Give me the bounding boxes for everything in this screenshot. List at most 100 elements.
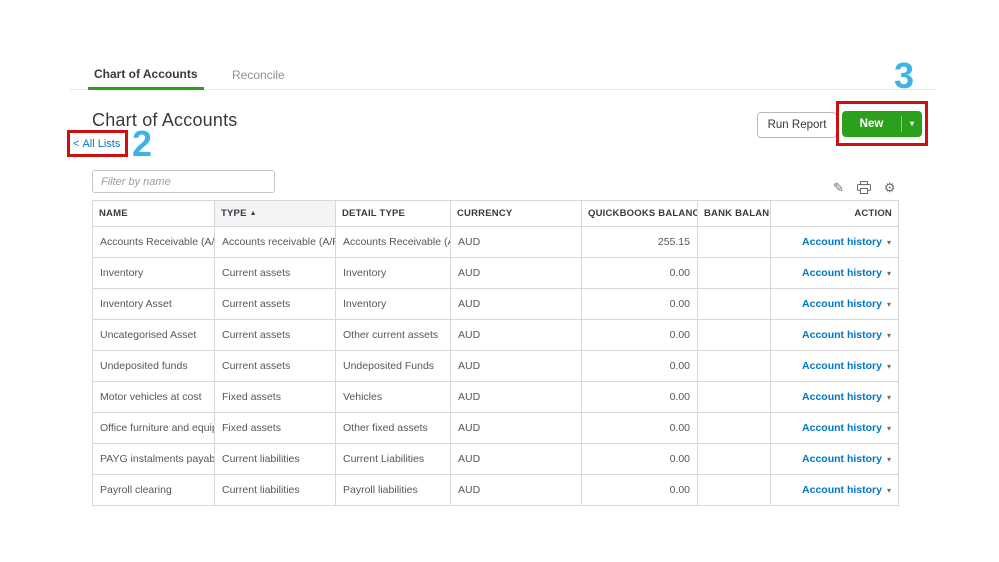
- currency-cell: AUD: [451, 444, 582, 475]
- column-header-bank-balance[interactable]: BANK BALANCE: [698, 201, 771, 227]
- tab-reconcile[interactable]: Reconcile: [226, 62, 291, 90]
- chevron-down-icon[interactable]: ▾: [887, 486, 891, 495]
- action-cell: Account history ▾: [771, 320, 899, 351]
- type-cell: Current assets: [215, 289, 336, 320]
- action-cell: Account history ▾: [771, 227, 899, 258]
- chevron-down-icon[interactable]: ▾: [887, 300, 891, 309]
- action-cell: Account history ▾: [771, 444, 899, 475]
- currency-cell: AUD: [451, 289, 582, 320]
- chevron-down-icon[interactable]: ▾: [902, 119, 922, 128]
- all-lists-label: All Lists: [82, 138, 120, 150]
- pencil-icon[interactable]: ✎: [833, 181, 844, 194]
- account-name-cell: Payroll clearing: [93, 475, 215, 506]
- currency-cell: AUD: [451, 351, 582, 382]
- action-cell: Account history ▾: [771, 382, 899, 413]
- bank-balance-cell: [698, 320, 771, 351]
- filter-by-name-input[interactable]: [92, 170, 275, 193]
- chevron-down-icon[interactable]: ▾: [887, 393, 891, 402]
- bank-balance-cell: [698, 475, 771, 506]
- account-history-link[interactable]: Account history: [802, 422, 882, 434]
- account-history-link[interactable]: Account history: [802, 391, 882, 403]
- account-history-link[interactable]: Account history: [802, 360, 882, 372]
- action-cell: Account history ▾: [771, 475, 899, 506]
- quickbooks-balance-cell: 0.00: [582, 382, 698, 413]
- bank-balance-cell: [698, 289, 771, 320]
- column-header-detail-type[interactable]: DETAIL TYPE: [336, 201, 451, 227]
- table-row: Payroll clearingCurrent liabilitiesPayro…: [93, 475, 899, 506]
- chevron-down-icon[interactable]: ▾: [887, 362, 891, 371]
- chevron-down-icon[interactable]: ▾: [887, 455, 891, 464]
- account-name-cell: Office furniture and equipm: [93, 413, 215, 444]
- chart-of-accounts-page: Chart of Accounts Reconcile Chart of Acc…: [0, 0, 999, 562]
- account-history-link[interactable]: Account history: [802, 236, 882, 248]
- annotation-step-3: 3: [894, 58, 914, 94]
- chevron-down-icon[interactable]: ▾: [887, 269, 891, 278]
- quickbooks-balance-cell: 0.00: [582, 351, 698, 382]
- account-history-link[interactable]: Account history: [802, 453, 882, 465]
- column-header-name[interactable]: NAME: [93, 201, 215, 227]
- page-title: Chart of Accounts: [92, 110, 237, 131]
- type-cell: Current liabilities: [215, 475, 336, 506]
- quickbooks-balance-cell: 0.00: [582, 475, 698, 506]
- account-history-link[interactable]: Account history: [802, 298, 882, 310]
- action-cell: Account history ▾: [771, 258, 899, 289]
- detail-type-cell: Undeposited Funds: [336, 351, 451, 382]
- chevron-down-icon[interactable]: ▾: [887, 238, 891, 247]
- quickbooks-balance-cell: 0.00: [582, 289, 698, 320]
- type-cell: Current liabilities: [215, 444, 336, 475]
- annotation-step-2: 2: [132, 126, 152, 162]
- account-name-cell: Inventory: [93, 258, 215, 289]
- column-header-quickbooks-balance[interactable]: QUICKBOOKS BALANCE: [582, 201, 698, 227]
- quickbooks-balance-cell: 0.00: [582, 320, 698, 351]
- new-button-label: New: [842, 118, 901, 130]
- annotation-box-all-lists: <All Lists: [67, 130, 128, 157]
- chevron-down-icon[interactable]: ▾: [887, 424, 891, 433]
- column-header-currency[interactable]: CURRENCY: [451, 201, 582, 227]
- account-name-cell: Motor vehicles at cost: [93, 382, 215, 413]
- action-cell: Account history ▾: [771, 413, 899, 444]
- detail-type-cell: Accounts Receivable (A/R): [336, 227, 451, 258]
- bank-balance-cell: [698, 444, 771, 475]
- bank-balance-cell: [698, 382, 771, 413]
- action-cell: Account history ▾: [771, 289, 899, 320]
- account-history-link[interactable]: Account history: [802, 484, 882, 496]
- type-cell: Current assets: [215, 320, 336, 351]
- currency-cell: AUD: [451, 413, 582, 444]
- type-cell: Fixed assets: [215, 413, 336, 444]
- table-header-row: NAME TYPE▲ DETAIL TYPE CURRENCY QUICKBOO…: [93, 201, 899, 227]
- currency-cell: AUD: [451, 227, 582, 258]
- column-header-type[interactable]: TYPE▲: [215, 201, 336, 227]
- detail-type-cell: Current Liabilities: [336, 444, 451, 475]
- quickbooks-balance-cell: 0.00: [582, 258, 698, 289]
- all-lists-link[interactable]: <All Lists: [73, 138, 120, 150]
- account-name-cell: Uncategorised Asset: [93, 320, 215, 351]
- new-button[interactable]: New ▾: [842, 111, 922, 137]
- sort-asc-icon: ▲: [250, 210, 257, 217]
- table-row: PAYG instalments payableCurrent liabilit…: [93, 444, 899, 475]
- chevron-down-icon[interactable]: ▾: [887, 331, 891, 340]
- table-row: Office furniture and equipmFixed assetsO…: [93, 413, 899, 444]
- tab-chart-of-accounts[interactable]: Chart of Accounts: [88, 61, 204, 90]
- printer-icon[interactable]: [857, 181, 871, 194]
- currency-cell: AUD: [451, 258, 582, 289]
- account-name-cell: Accounts Receivable (A/R): [93, 227, 215, 258]
- detail-type-cell: Inventory: [336, 258, 451, 289]
- bank-balance-cell: [698, 413, 771, 444]
- quickbooks-balance-cell: 255.15: [582, 227, 698, 258]
- tabs-bar: Chart of Accounts Reconcile: [70, 61, 936, 90]
- account-name-cell: PAYG instalments payable: [93, 444, 215, 475]
- table-row: Motor vehicles at costFixed assetsVehicl…: [93, 382, 899, 413]
- account-history-link[interactable]: Account history: [802, 329, 882, 341]
- detail-type-cell: Other current assets: [336, 320, 451, 351]
- table-row: InventoryCurrent assetsInventoryAUD0.00A…: [93, 258, 899, 289]
- type-cell: Accounts receivable (A/R): [215, 227, 336, 258]
- detail-type-cell: Payroll liabilities: [336, 475, 451, 506]
- account-name-cell: Inventory Asset: [93, 289, 215, 320]
- chevron-left-icon: <: [73, 138, 79, 150]
- table-row: Undeposited fundsCurrent assetsUndeposit…: [93, 351, 899, 382]
- bank-balance-cell: [698, 258, 771, 289]
- table-row: Accounts Receivable (A/R)Accounts receiv…: [93, 227, 899, 258]
- run-report-button[interactable]: Run Report: [757, 112, 837, 138]
- account-history-link[interactable]: Account history: [802, 267, 882, 279]
- gear-icon[interactable]: ⚙: [884, 181, 896, 194]
